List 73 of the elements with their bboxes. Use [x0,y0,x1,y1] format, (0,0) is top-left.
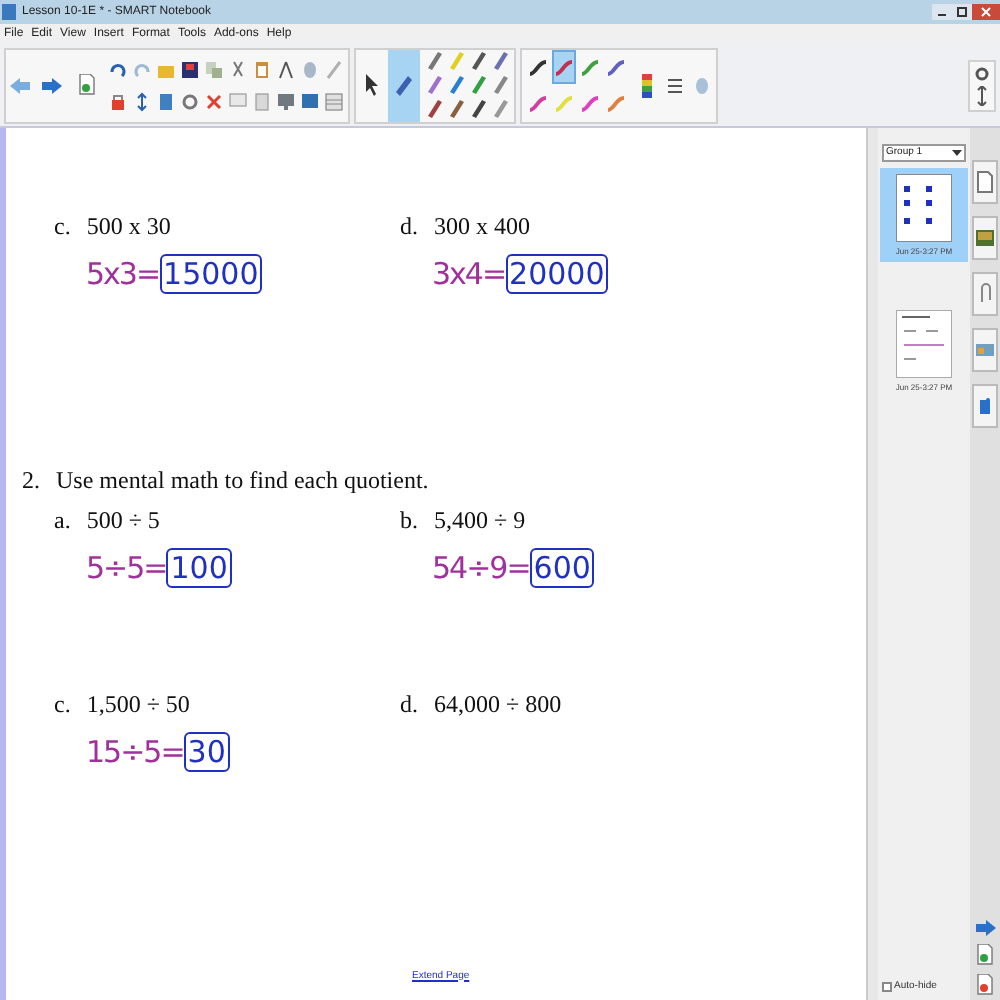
save-icon[interactable] [179,59,199,79]
add-page-icon[interactable] [976,944,994,966]
dropdown-arrow-icon [952,150,962,156]
delete-page-icon[interactable] [976,974,994,996]
pointer-icon [362,72,382,98]
side-tab[interactable] [972,328,998,372]
problem-letter: c. [54,688,71,722]
handwritten-answer: 100 [166,547,232,588]
forward-arrow-icon[interactable] [975,920,995,936]
pen-icon[interactable] [469,98,487,120]
page-sorter-icon [974,170,996,194]
resize-icon[interactable] [131,91,151,111]
close-icon[interactable] [972,4,1000,20]
vertical-scrollbar[interactable] [866,128,878,1000]
pen-icon [392,72,416,98]
gear-icon[interactable] [179,91,199,111]
handwritten-answer: 600 [529,547,595,588]
pen-icon[interactable] [447,98,465,120]
handwritten-answer: 15000 [159,254,263,295]
problem-expression: 1,500 ÷ 50 [86,688,190,722]
side-tab[interactable] [972,160,998,204]
clipboard-icon[interactable] [251,59,271,79]
problem-expression: 500 ÷ 5 [86,503,160,537]
gallery-icon [974,226,996,250]
delete-icon[interactable] [203,91,223,111]
droplet-icon [694,75,710,95]
side-tab[interactable] [972,272,998,316]
back-arrow-icon [10,77,30,93]
pen-icon[interactable] [425,50,443,72]
exercise-number: 2. [22,463,40,497]
problem-letter: d. [400,688,418,722]
handwritten-answer: 30 [183,732,230,773]
side-tab[interactable] [972,384,998,428]
handwritten-work: 15÷5= [86,732,184,774]
maximize-icon[interactable] [952,4,972,20]
exercise-instruction: Use mental math to find each quotient. [56,463,429,497]
auto-hide-checkbox[interactable] [882,981,892,992]
problem-letter: d. [400,210,418,244]
table-icon[interactable] [323,91,343,111]
page-thumbnail-drawing [896,174,952,242]
problem-expression: 64,000 ÷ 800 [434,688,562,722]
pen-icon[interactable] [469,50,487,72]
handwritten-answer: 20000 [505,254,609,295]
pen-icon[interactable] [491,50,509,72]
forward-arrow-icon [42,77,62,93]
gear-icon[interactable] [974,65,990,81]
app-icon [0,2,18,22]
pen-tool-button[interactable] [388,49,420,121]
pen-icon[interactable] [447,74,465,96]
move-toolbar-icon[interactable] [974,85,990,105]
page-icon [77,74,95,96]
problem-expression: 500 x 30 [86,210,171,244]
scissors-icon[interactable] [227,59,247,79]
handwritten-work: 5x3= [86,254,160,296]
compass-icon[interactable] [275,59,295,79]
minimize-icon[interactable] [932,4,952,20]
lock-icon[interactable] [107,91,127,111]
problem-letter: a. [54,503,71,537]
properties-icon [974,338,996,362]
pen-icon[interactable] [425,98,443,120]
page-thumbnail-drawing [896,310,952,378]
handwritten-work: 54÷9= [432,547,530,589]
problem-expression: 300 x 400 [434,210,530,244]
problem-expression: 5,400 ÷ 9 [434,503,526,537]
handwritten-work: 3x4= [432,254,506,296]
problem-letter: c. [54,210,71,244]
monitor-icon[interactable] [275,91,295,111]
line-width-icon [667,77,681,93]
handwritten-work: 5÷5= [86,547,167,589]
undo-icon[interactable] [107,59,127,79]
problem-letter: b. [400,503,418,537]
color-palette-icon [641,73,651,97]
side-tab[interactable] [972,216,998,260]
